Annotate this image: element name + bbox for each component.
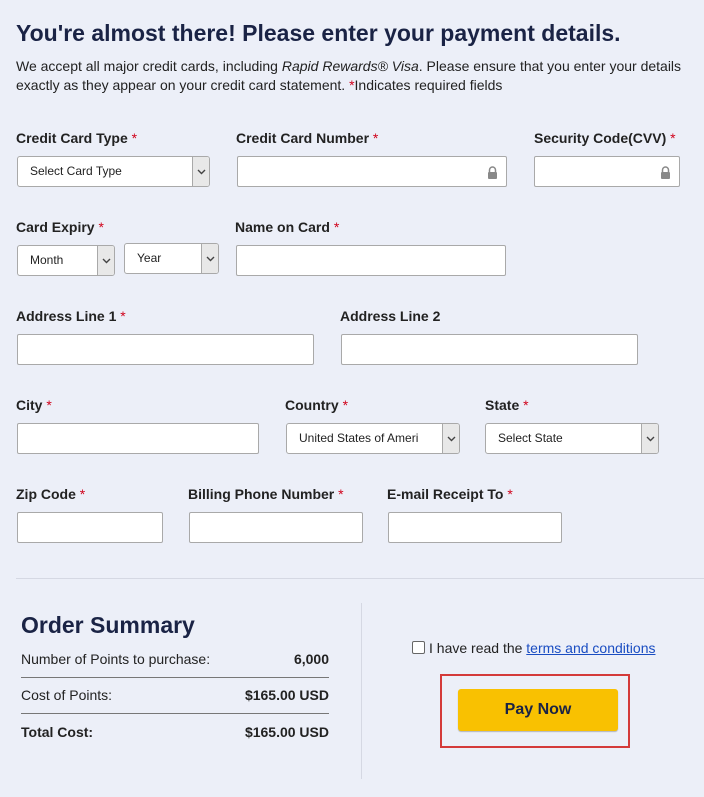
email-receipt-label: E-mail Receipt To * (387, 486, 513, 502)
card-type-select[interactable]: Select Card Type (17, 156, 210, 187)
summary-row-points: Number of Points to purchase: 6,000 (21, 651, 329, 667)
city-input[interactable] (17, 423, 259, 454)
terms-text: I have read the terms and conditions (429, 640, 656, 656)
address-line-1-input[interactable] (17, 334, 314, 365)
address-line-2-input[interactable] (341, 334, 638, 365)
brand-name: Rapid Rewards® Visa (281, 58, 419, 74)
city-label: City * (16, 397, 52, 413)
name-on-card-input[interactable] (236, 245, 506, 276)
billing-phone-input[interactable] (189, 512, 363, 543)
page-title: You're almost there! Please enter your p… (16, 20, 621, 46)
card-number-label: Credit Card Number * (236, 130, 379, 146)
name-on-card-label: Name on Card * (235, 219, 340, 235)
chevron-down-icon (97, 246, 114, 275)
card-type-label: Credit Card Type * (16, 130, 138, 146)
zip-code-input[interactable] (17, 512, 163, 543)
country-select[interactable]: United States of Ameri (286, 423, 460, 454)
terms-checkbox[interactable] (412, 641, 425, 654)
state-label: State * (485, 397, 529, 413)
country-label: Country * (285, 397, 349, 413)
address-line-1-label: Address Line 1 * (16, 308, 126, 324)
card-number-input[interactable] (237, 156, 507, 187)
expiry-year-select[interactable]: Year (124, 243, 219, 274)
security-code-label: Security Code(CVV) * (534, 130, 676, 146)
terms-link[interactable]: terms and conditions (526, 640, 655, 656)
section-divider (16, 578, 704, 579)
summary-row-cost: Cost of Points: $165.00 USD (21, 687, 329, 703)
summary-divider (21, 713, 329, 714)
lock-icon (660, 166, 671, 184)
security-code-input[interactable] (534, 156, 680, 187)
billing-phone-label: Billing Phone Number * (188, 486, 344, 502)
summary-row-total: Total Cost: $165.00 USD (21, 724, 329, 740)
pay-now-button[interactable]: Pay Now (458, 689, 618, 731)
summary-divider (21, 677, 329, 678)
zip-code-label: Zip Code * (16, 486, 86, 502)
chevron-down-icon (641, 424, 658, 453)
order-summary-title: Order Summary (21, 612, 195, 638)
state-select[interactable]: Select State (485, 423, 659, 454)
column-divider (361, 603, 362, 779)
card-expiry-label: Card Expiry * (16, 219, 104, 235)
chevron-down-icon (201, 244, 218, 273)
expiry-month-select[interactable]: Month (17, 245, 115, 276)
email-receipt-input[interactable] (388, 512, 562, 543)
lock-icon (487, 166, 498, 184)
chevron-down-icon (192, 157, 209, 186)
intro-text: We accept all major credit cards, includ… (16, 58, 682, 93)
chevron-down-icon (442, 424, 459, 453)
address-line-2-label: Address Line 2 (340, 308, 441, 324)
